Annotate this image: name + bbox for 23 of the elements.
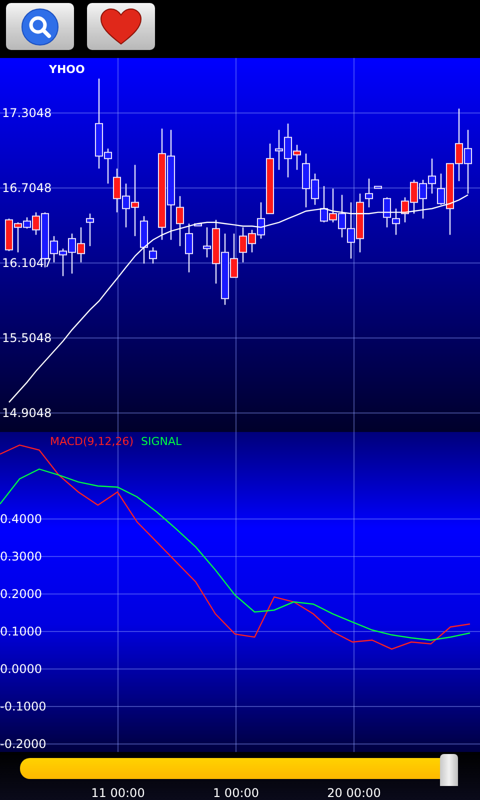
axis-label: 14.9048 — [2, 406, 52, 420]
slider-handle[interactable] — [440, 754, 458, 786]
legend-label: MACD(9,12,26) — [50, 435, 134, 448]
axis-label: 0.1000 — [0, 624, 42, 638]
axis-label: -0.2000 — [0, 737, 46, 751]
favorites-button[interactable] — [87, 3, 155, 50]
axis-label: 0.4000 — [0, 512, 42, 526]
legend-label: SIGNAL — [141, 435, 182, 448]
axis-label: 0.2000 — [0, 587, 42, 601]
search-icon — [21, 8, 59, 46]
axis-label: -0.1000 — [0, 700, 46, 714]
search-button[interactable] — [6, 3, 74, 50]
heart-icon — [100, 8, 142, 46]
chart-title: YHOO — [49, 63, 85, 76]
time-label: 11 00:00 — [91, 786, 145, 800]
axis-label: 15.5048 — [2, 331, 52, 345]
axis-label: 16.7048 — [2, 181, 52, 195]
axis-label: 0.0000 — [0, 662, 42, 676]
time-label: 1 00:00 — [212, 786, 260, 800]
axis-label: 17.3048 — [2, 106, 52, 120]
time-slider[interactable] — [20, 754, 458, 786]
axis-label: 0.3000 — [0, 550, 42, 564]
time-label: 20 00:00 — [327, 786, 381, 800]
